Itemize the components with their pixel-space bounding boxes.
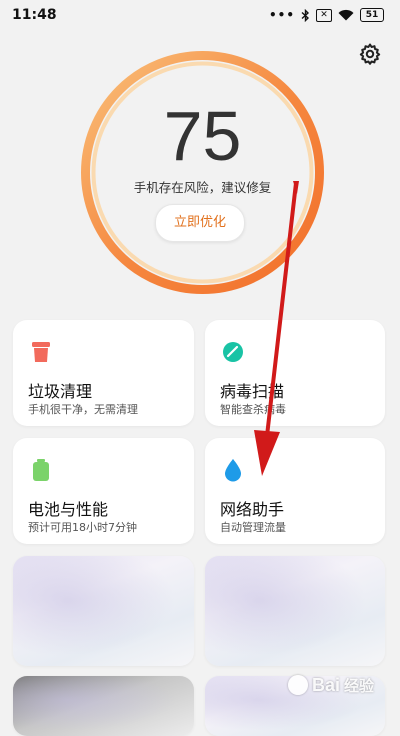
network-assistant-title: 网络助手 — [220, 500, 285, 519]
watermark: Bai 经验 — [287, 671, 374, 699]
watermark-brand-suffix: 经验 — [343, 677, 374, 695]
blurred-card[interactable] — [13, 556, 194, 666]
virus-scan-card[interactable]: 病毒扫描 智能查杀病毒 — [205, 320, 385, 426]
optimize-now-button[interactable]: 立即优化 — [155, 204, 245, 242]
battery-performance-title: 电池与性能 — [28, 500, 109, 519]
trash-icon — [32, 342, 50, 362]
settings-gear-icon[interactable] — [358, 42, 382, 66]
notification-dots: ••• — [268, 8, 295, 22]
network-assistant-card[interactable]: 网络助手 自动管理流量 — [205, 438, 385, 544]
security-score-panel: 75 手机存在风险，建议修复 立即优化 — [80, 45, 325, 300]
battery-icon — [33, 459, 49, 481]
security-score: 75 — [163, 97, 242, 175]
bluetooth-icon — [301, 8, 310, 22]
status-icons: ••• ✕ 51 — [269, 8, 384, 22]
battery-performance-card[interactable]: 电池与性能 预计可用18小时7分钟 — [13, 438, 194, 544]
watermark-brand: Bai — [311, 674, 340, 695]
junk-cleanup-card[interactable]: 垃圾清理 手机很干净，无需清理 — [13, 320, 194, 426]
virus-scan-subtitle: 智能查杀病毒 — [220, 403, 286, 416]
junk-cleanup-subtitle: 手机很干净，无需清理 — [28, 403, 138, 416]
paw-icon — [287, 675, 308, 695]
signal-off-icon: ✕ — [316, 8, 332, 22]
blurred-card[interactable] — [13, 676, 194, 736]
battery-indicator: 51 — [360, 8, 384, 22]
junk-cleanup-title: 垃圾清理 — [28, 382, 93, 401]
network-assistant-subtitle: 自动管理流量 — [220, 521, 286, 534]
shield-scan-icon — [223, 342, 243, 362]
status-bar: 11:48 ••• ✕ 51 — [0, 0, 400, 30]
battery-performance-subtitle: 预计可用18小时7分钟 — [28, 521, 137, 534]
status-time: 11:48 — [12, 7, 57, 23]
risk-message: 手机存在风险，建议修复 — [133, 180, 272, 195]
virus-scan-title: 病毒扫描 — [220, 382, 285, 401]
blurred-card[interactable] — [205, 556, 385, 666]
water-drop-icon — [225, 459, 241, 482]
wifi-icon — [338, 9, 354, 21]
